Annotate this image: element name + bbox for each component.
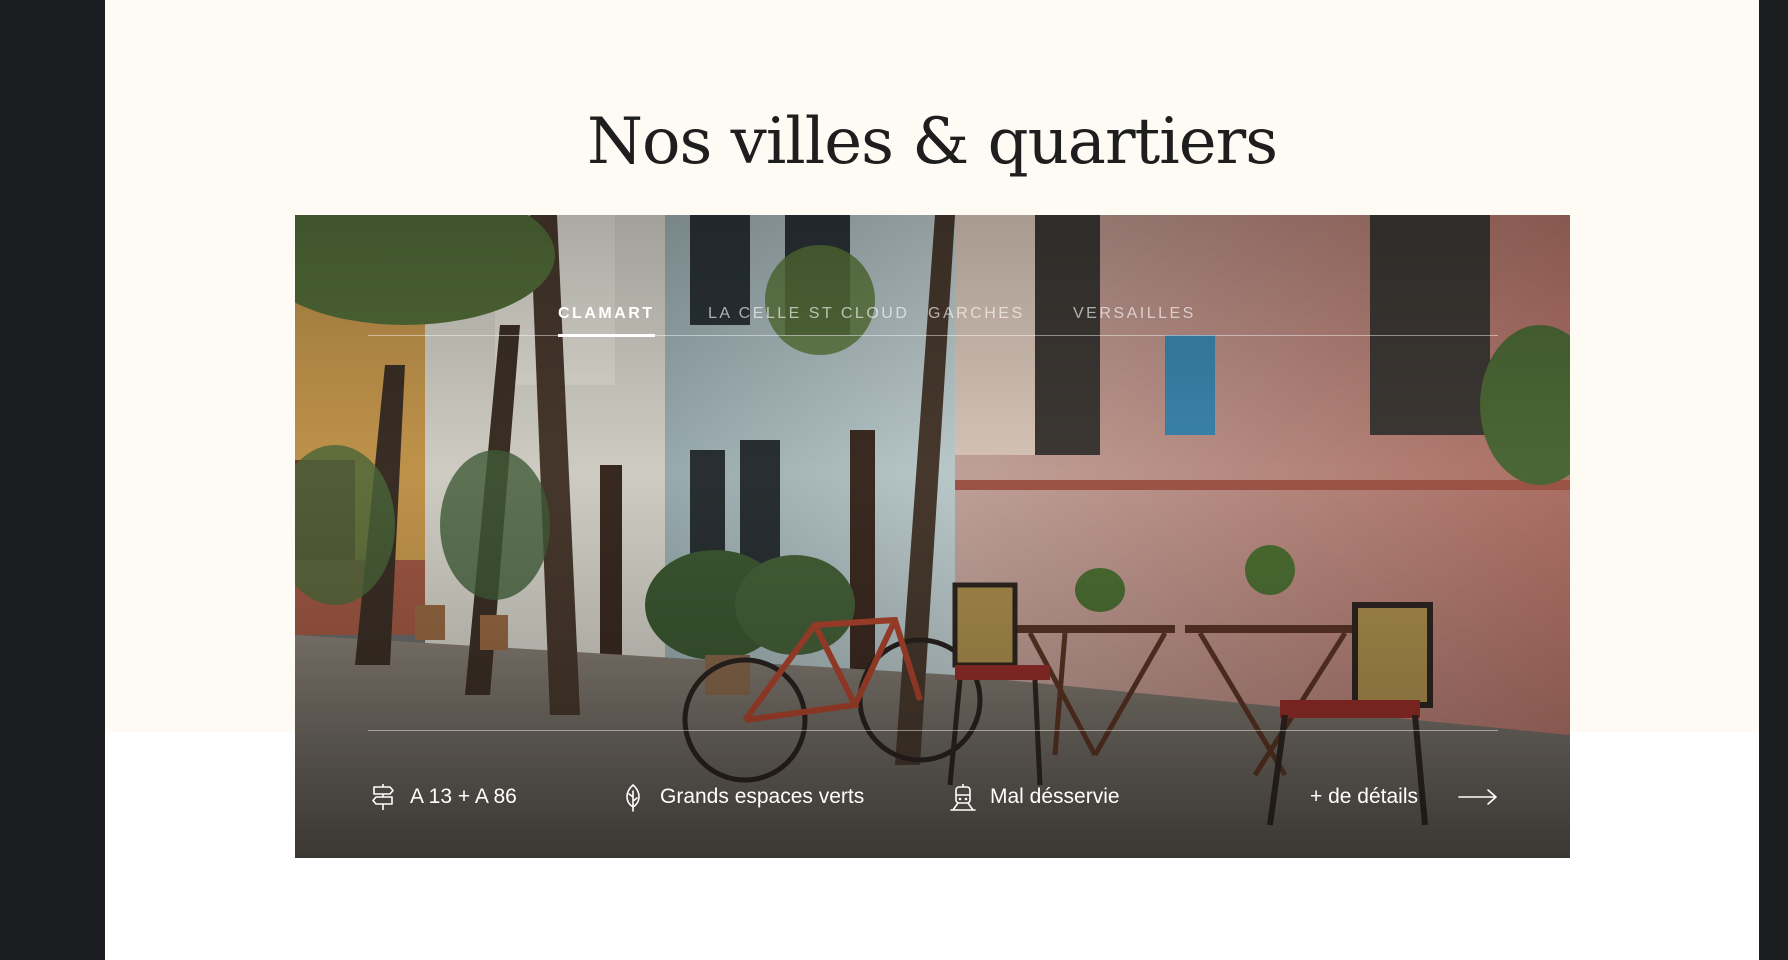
tab-garches[interactable]: GARCHES: [928, 285, 1025, 335]
leaf-icon: [626, 784, 640, 812]
section-title: Nos villes & quartiers: [586, 105, 1278, 179]
features-divider: [368, 730, 1498, 731]
city-tabs: CLAMART LA CELLE ST CLOUD GARCHES VERSAI…: [368, 285, 1498, 337]
feature-green-spaces: Grands espaces verts: [618, 777, 864, 817]
feature-transport: Mal désservie: [948, 777, 1120, 817]
train-icon: [950, 784, 976, 811]
feature-transport-label: Mal désservie: [990, 785, 1120, 808]
feature-roads: A 13 + A 86: [368, 777, 517, 817]
tab-versailles[interactable]: VERSAILLES: [1073, 285, 1196, 335]
arrow-right-icon: [1458, 789, 1497, 805]
more-details-label: + de détails: [1310, 785, 1418, 808]
city-hero-card: CLAMART LA CELLE ST CLOUD GARCHES VERSAI…: [295, 215, 1570, 858]
page: Nos villes & quartiers CLAMART LA CELLE …: [105, 0, 1759, 960]
signpost-icon: [372, 784, 394, 810]
tab-la-celle-st-cloud[interactable]: LA CELLE ST CLOUD: [708, 285, 909, 335]
feature-green-spaces-label: Grands espaces verts: [660, 785, 865, 808]
city-features: A 13 + A 86 Grands espaces verts Mal dés…: [368, 777, 1498, 817]
feature-roads-label: A 13 + A 86: [410, 785, 517, 808]
more-details-link[interactable]: + de détails: [1310, 777, 1498, 817]
tab-clamart[interactable]: CLAMART: [558, 285, 655, 337]
